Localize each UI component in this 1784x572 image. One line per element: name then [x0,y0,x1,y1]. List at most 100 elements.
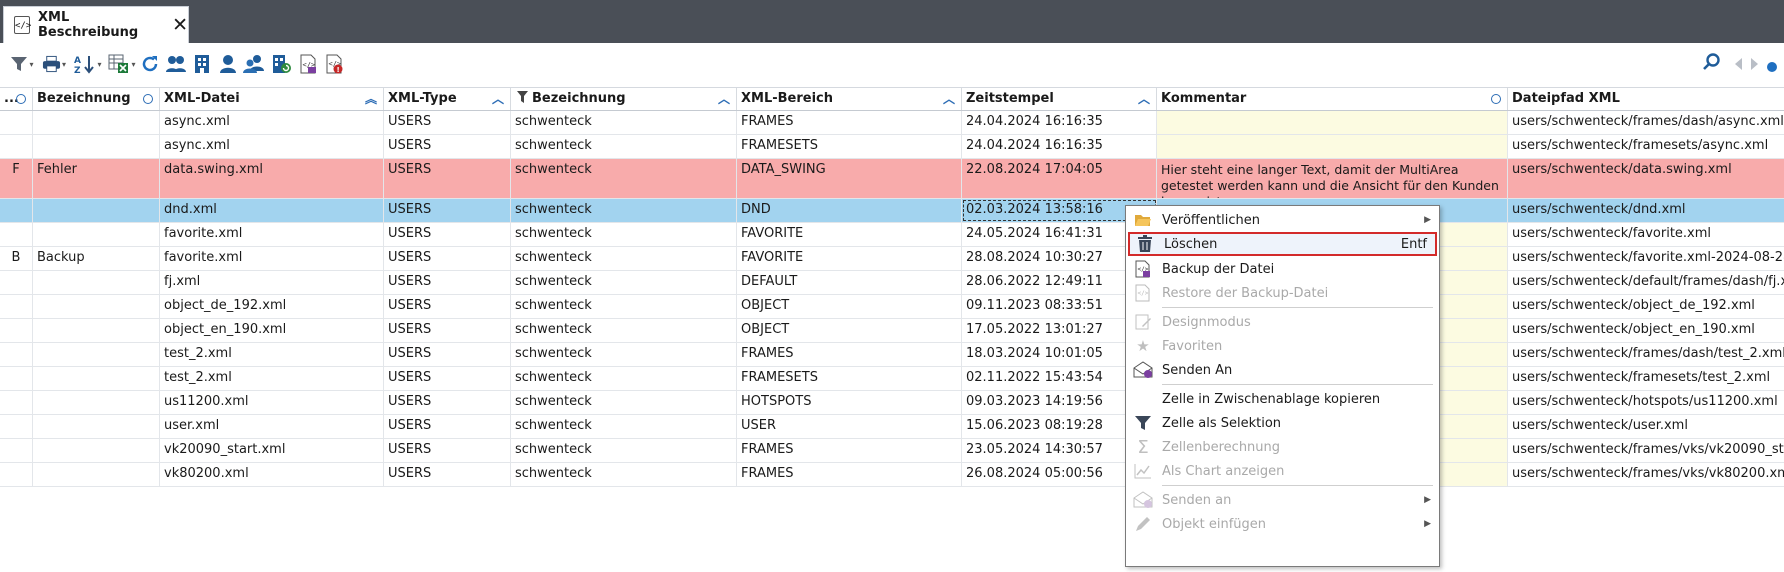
cell-zeitstempel[interactable]: 24.04.2024 16:16:35 [962,111,1157,134]
cell-zeitstempel[interactable]: 24.04.2024 16:16:35 [962,135,1157,158]
cell-xml-bereich[interactable]: FRAMES [737,343,962,366]
table-row[interactable]: test_2.xml USERS schwenteck FRAMES 18.03… [0,343,1784,367]
next-icon[interactable] [1750,55,1760,76]
cell-xml-bereich[interactable]: DATA_SWING [737,159,962,198]
cell-xml-type[interactable]: USERS [384,391,511,414]
cell-dateipfad[interactable]: users/schwenteck/user.xml [1508,415,1784,438]
cell-dateipfad[interactable]: users/schwenteck/data.swing.xml [1508,159,1784,198]
cell-xml-datei[interactable]: data.swing.xml [160,159,384,198]
column-option-icon[interactable] [143,94,153,104]
sort-double-up-icon[interactable]: ︽ [365,88,377,110]
cell-bezeichnung[interactable] [33,135,160,158]
cell-xml-datei[interactable]: vk80200.xml [160,463,384,486]
cell-flag[interactable] [0,439,33,462]
table-row[interactable]: user.xml USERS schwenteck USER 15.06.202… [0,415,1784,439]
sort-up-icon[interactable]: ︿ [492,88,504,110]
menu-item-zellenberechnung[interactable]: Σ Zellenberechnung [1128,435,1437,459]
column-header-zeitstempel[interactable]: Zeitstempel ︿ [962,88,1157,110]
cell-bezeichnung-2[interactable]: schwenteck [511,223,737,246]
column-header-flag[interactable]: ... [0,88,33,110]
cell-xml-bereich[interactable]: FRAMESETS [737,367,962,390]
cell-flag[interactable] [0,463,33,486]
column-option-icon[interactable] [16,94,26,104]
menu-item-chart[interactable]: Als Chart anzeigen [1128,459,1437,483]
cell-xml-bereich[interactable]: DND [737,199,962,222]
cell-bezeichnung-2[interactable]: schwenteck [511,271,737,294]
table-row[interactable]: async.xml USERS schwenteck FRAMESETS 24.… [0,135,1784,159]
filter-icon[interactable]: ▾ [10,52,34,76]
cell-bezeichnung[interactable]: Backup [33,247,160,270]
cell-xml-type[interactable]: USERS [384,295,511,318]
sort-up-icon[interactable]: ︿ [1138,88,1150,110]
cell-flag[interactable] [0,367,33,390]
cell-xml-datei[interactable]: async.xml [160,111,384,134]
cell-xml-datei[interactable]: favorite.xml [160,223,384,246]
cell-bezeichnung[interactable] [33,367,160,390]
cell-bezeichnung-2[interactable]: schwenteck [511,247,737,270]
cell-bezeichnung[interactable] [33,415,160,438]
sort-icon[interactable]: A Z ▾ [74,52,102,76]
cell-dateipfad[interactable]: users/schwenteck/object_de_192.xml [1508,295,1784,318]
xml-lock-icon[interactable]: </>! [322,52,346,76]
cell-flag[interactable] [0,135,33,158]
cell-bezeichnung-2[interactable]: schwenteck [511,199,737,222]
table-row[interactable]: fj.xml USERS schwenteck DEFAULT 28.06.20… [0,271,1784,295]
user-icon[interactable] [216,52,240,76]
search-icon[interactable] [1703,53,1721,76]
users-icon[interactable] [242,52,266,76]
cell-kommentar[interactable]: Hier steht eine langer Text, damit der M… [1157,159,1508,198]
cell-xml-type[interactable]: USERS [384,463,511,486]
cell-bezeichnung[interactable] [33,271,160,294]
cell-xml-datei[interactable]: fj.xml [160,271,384,294]
table-row[interactable]: us11200.xml USERS schwenteck HOTSPOTS 09… [0,391,1784,415]
cell-xml-bereich[interactable]: FRAMES [737,463,962,486]
menu-item-zelle-selektion[interactable]: Zelle als Selektion [1128,411,1437,435]
cell-xml-datei[interactable]: us11200.xml [160,391,384,414]
cell-flag[interactable] [0,415,33,438]
column-header-xml-datei[interactable]: XML-Datei ︽ [160,88,384,110]
menu-item-senden-an-sub[interactable]: Senden an ▶ [1128,488,1437,512]
cell-bezeichnung-2[interactable]: schwenteck [511,295,737,318]
cell-xml-bereich[interactable]: DEFAULT [737,271,962,294]
close-icon[interactable]: ✕ [172,15,188,35]
cell-xml-bereich[interactable]: HOTSPOTS [737,391,962,414]
cell-xml-bereich[interactable]: USER [737,415,962,438]
cell-dateipfad[interactable]: users/schwenteck/frames/vks/vk20090_star… [1508,439,1784,462]
cell-xml-datei[interactable]: dnd.xml [160,199,384,222]
table-row[interactable]: favorite.xml USERS schwenteck FAVORITE 2… [0,223,1784,247]
cell-xml-type[interactable]: USERS [384,247,511,270]
cell-flag[interactable] [0,111,33,134]
cell-dateipfad[interactable]: users/schwenteck/default/frames/dash/fj.… [1508,271,1784,294]
cell-flag[interactable] [0,319,33,342]
sort-up-icon[interactable]: ︿ [943,88,955,110]
cell-bezeichnung[interactable] [33,295,160,318]
column-header-xml-type[interactable]: XML-Type ︿ [384,88,511,110]
cell-bezeichnung-2[interactable]: schwenteck [511,135,737,158]
cell-xml-datei[interactable]: favorite.xml [160,247,384,270]
cell-bezeichnung[interactable] [33,439,160,462]
cell-bezeichnung-2[interactable]: schwenteck [511,159,737,198]
cell-flag[interactable] [0,391,33,414]
menu-item-restore[interactable]: </> Restore der Backup-Datei [1128,281,1437,305]
menu-item-backup[interactable]: </> Backup der Datei [1128,257,1437,281]
table-row[interactable]: vk80200.xml USERS schwenteck FRAMES 26.0… [0,463,1784,487]
cell-kommentar[interactable] [1157,135,1508,158]
menu-item-veroeffentlichen[interactable]: Veröffentlichen ▶ [1128,208,1437,232]
cell-flag[interactable] [0,199,33,222]
menu-item-designmodus[interactable]: Designmodus [1128,310,1437,334]
prev-icon[interactable] [1733,55,1743,76]
cell-bezeichnung[interactable] [33,319,160,342]
cell-bezeichnung-2[interactable]: schwenteck [511,391,737,414]
users-group-icon[interactable] [164,52,188,76]
column-header-bezeichnung[interactable]: Bezeichnung [33,88,160,110]
cell-dateipfad[interactable]: users/schwenteck/framesets/test_2.xml [1508,367,1784,390]
cell-zeitstempel[interactable]: 22.08.2024 17:04:05 [962,159,1157,198]
table-row-selected[interactable]: dnd.xml USERS schwenteck DND 02.03.2024 … [0,199,1784,223]
cell-bezeichnung-2[interactable]: schwenteck [511,367,737,390]
cell-bezeichnung[interactable] [33,111,160,134]
cell-xml-type[interactable]: USERS [384,439,511,462]
table-row[interactable]: test_2.xml USERS schwenteck FRAMESETS 02… [0,367,1784,391]
cell-flag[interactable] [0,271,33,294]
table-row[interactable]: B Backup favorite.xml USERS schwenteck F… [0,247,1784,271]
table-row[interactable]: object_en_190.xml USERS schwenteck OBJEC… [0,319,1784,343]
